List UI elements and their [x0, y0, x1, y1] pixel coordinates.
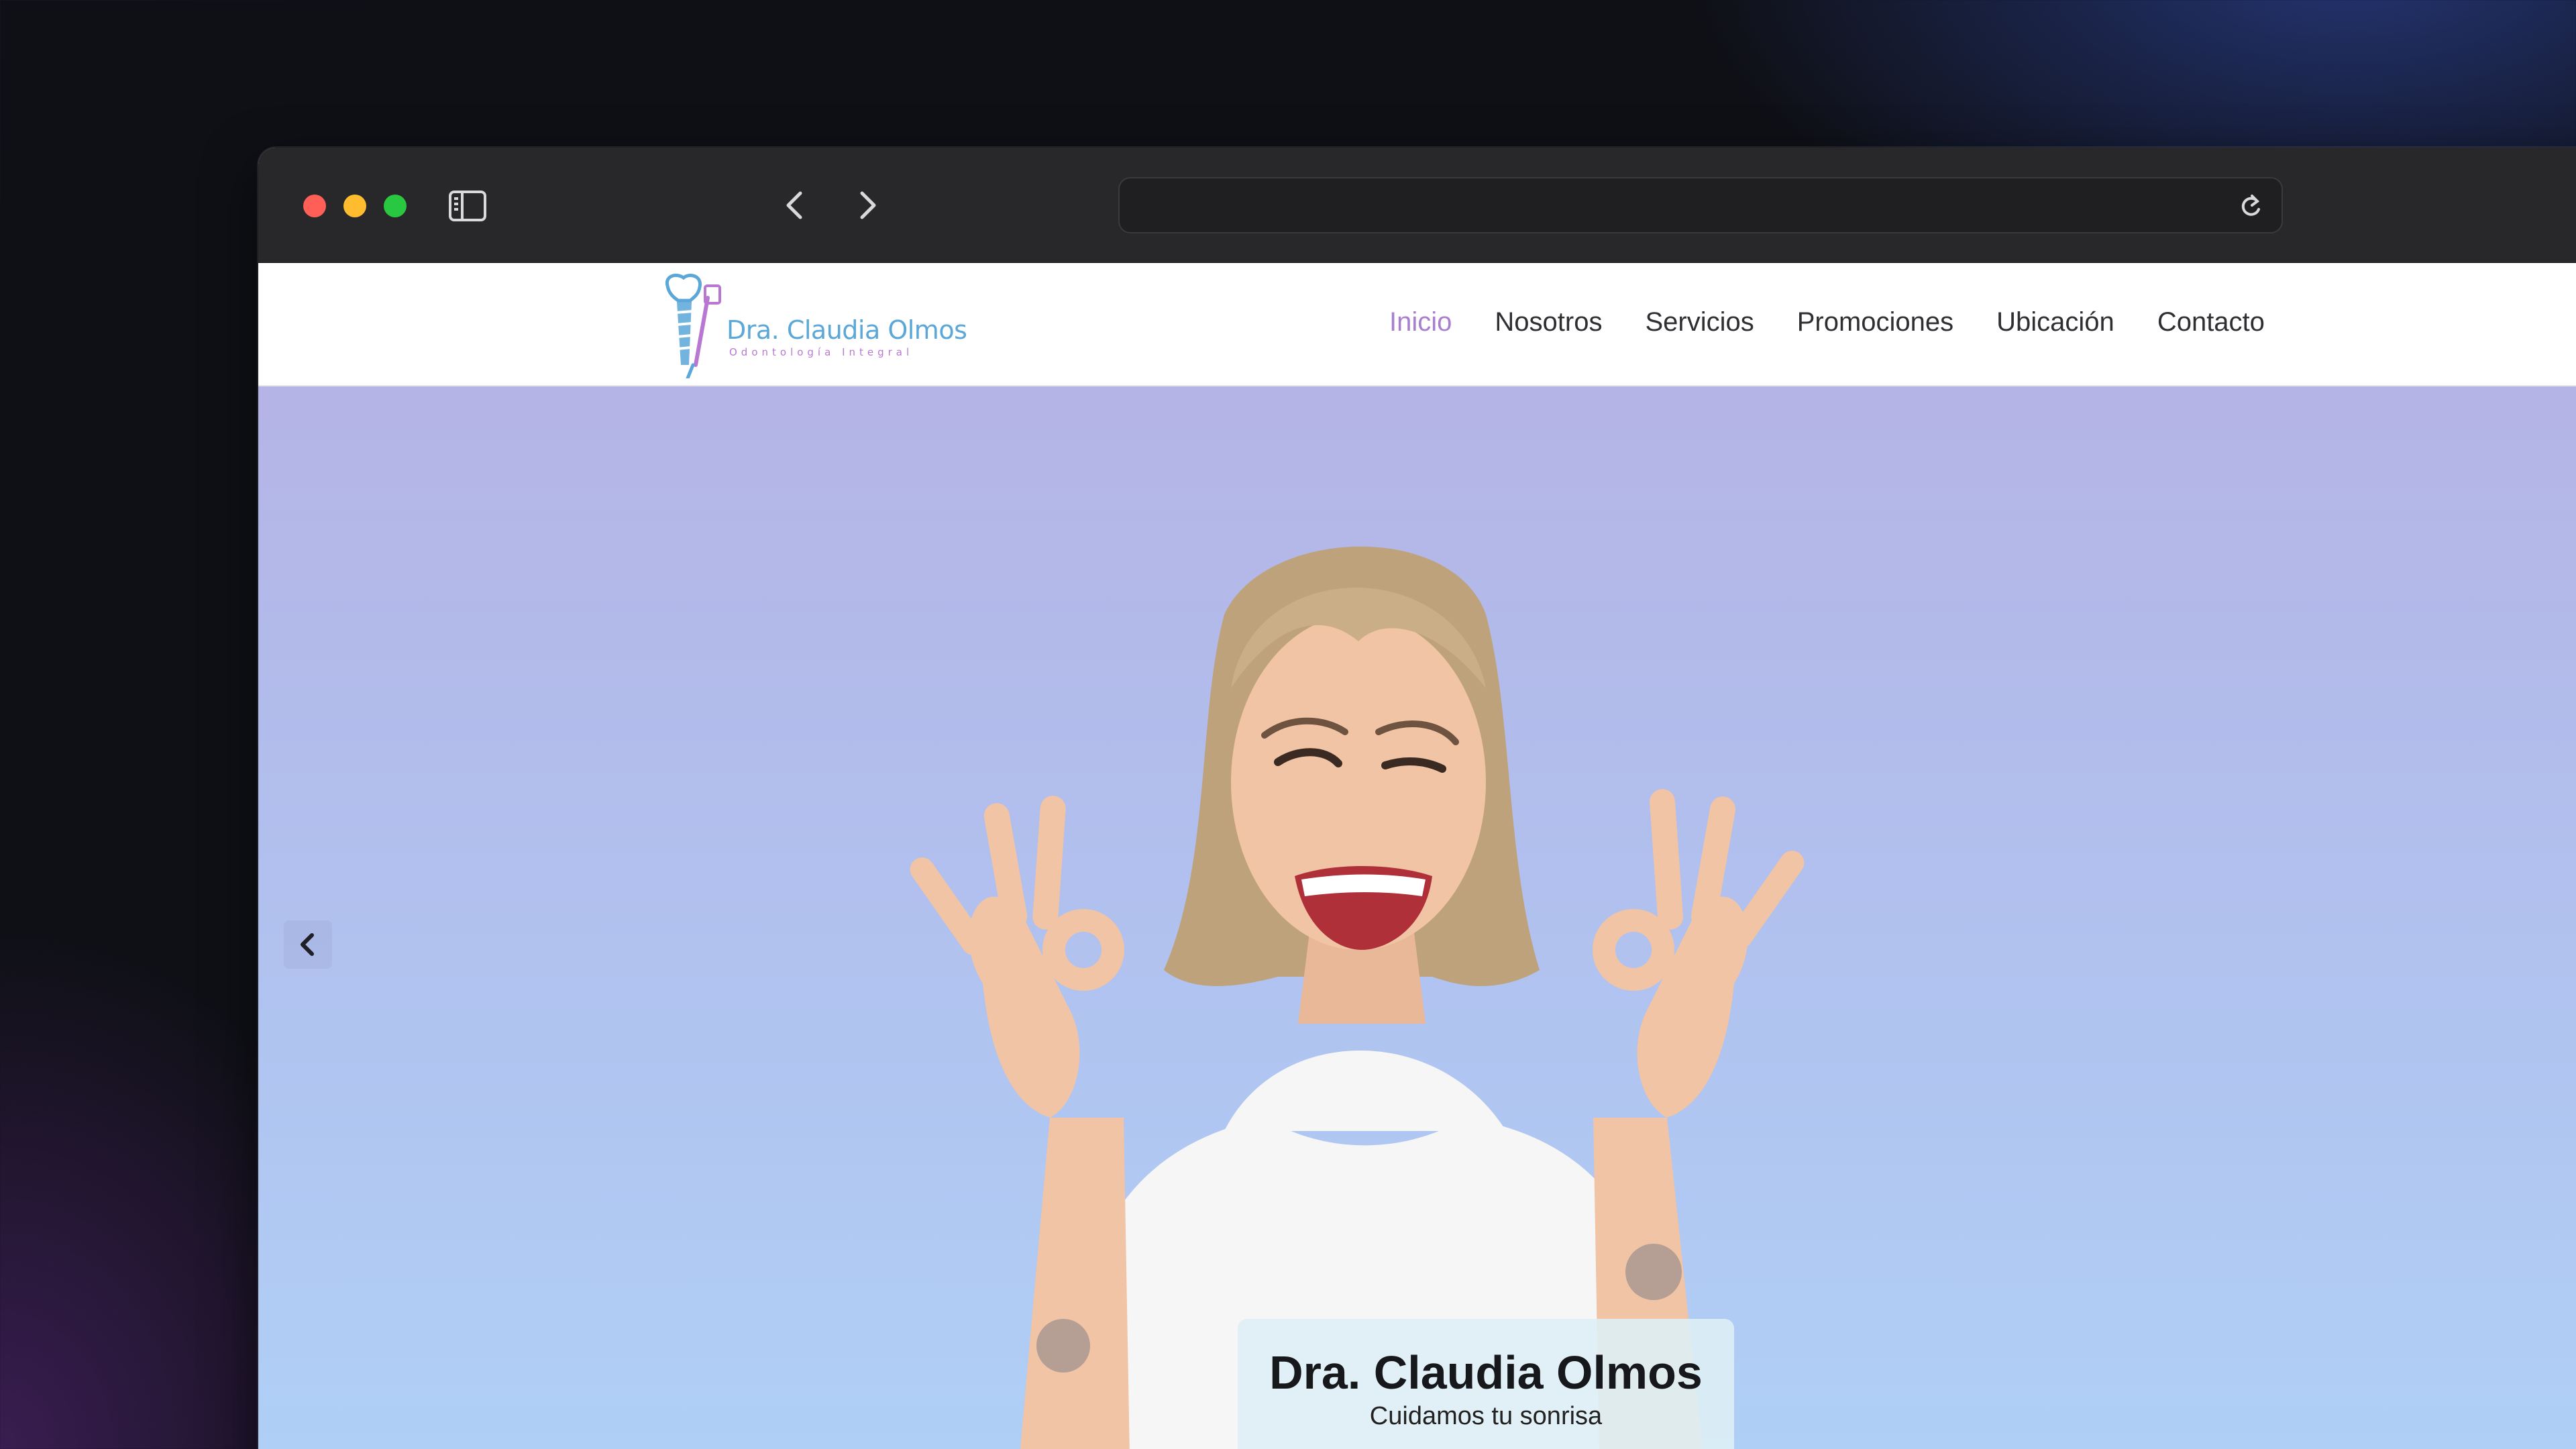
- forward-icon[interactable]: [854, 186, 881, 224]
- main-nav: Inicio Nosotros Servicios Promociones Ub…: [1389, 302, 2265, 342]
- nav-contacto[interactable]: Contacto: [2157, 302, 2265, 342]
- close-window-button[interactable]: [303, 195, 326, 217]
- zoom-window-button[interactable]: [384, 195, 407, 217]
- browser-toolbar: [258, 148, 2576, 263]
- hero-title: Dra. Claudia Olmos: [1269, 1346, 1703, 1399]
- carousel-prev-button[interactable]: [284, 920, 332, 969]
- back-icon[interactable]: [782, 186, 808, 224]
- hero-carousel: Dra. Claudia Olmos Cuidamos tu sonrisa: [258, 386, 2576, 1449]
- nav-servicios[interactable]: Servicios: [1645, 302, 1754, 342]
- sidebar-icon[interactable]: [448, 189, 487, 223]
- hero-subtitle: Cuidamos tu sonrisa: [1369, 1402, 1603, 1430]
- nav-ubicacion[interactable]: Ubicación: [1996, 302, 2114, 342]
- browser-window: Dra. Claudia Olmos Odontología Integral …: [258, 148, 2576, 1449]
- site-logo[interactable]: Dra. Claudia Olmos Odontología Integral: [661, 271, 967, 380]
- minimize-window-button[interactable]: [343, 195, 366, 217]
- reload-icon[interactable]: [2237, 192, 2264, 221]
- nav-promociones[interactable]: Promociones: [1797, 302, 1953, 342]
- address-bar[interactable]: [1118, 177, 2283, 233]
- logo-name: Dra. Claudia Olmos: [727, 315, 967, 345]
- chevron-left-icon: [301, 933, 314, 956]
- logo-tagline: Odontología Integral: [729, 346, 914, 358]
- nav-nosotros[interactable]: Nosotros: [1495, 302, 1602, 342]
- website: Dra. Claudia Olmos Odontología Integral …: [258, 263, 2576, 1449]
- nav-inicio[interactable]: Inicio: [1389, 302, 1452, 342]
- site-header: Dra. Claudia Olmos Odontología Integral …: [258, 263, 2576, 386]
- hero-woman-image: [910, 546, 1805, 1449]
- hero-caption: Dra. Claudia Olmos Cuidamos tu sonrisa: [1238, 1319, 1734, 1449]
- tooth-implant-logo-icon: [665, 274, 721, 380]
